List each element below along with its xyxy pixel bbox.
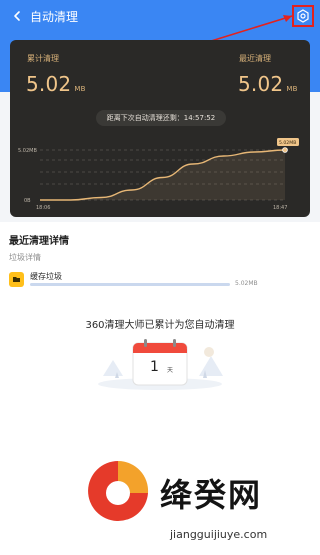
sub-title: 垃圾详情 xyxy=(9,253,41,262)
folder-glyph xyxy=(13,277,20,282)
y-tick-label-top: 5.02MB xyxy=(18,148,37,154)
watermark-url: jiangguijiuye.com xyxy=(170,528,268,541)
watermark-text: 绛癸网 xyxy=(160,476,263,514)
total-cleaned-number: 5.02 xyxy=(26,72,72,96)
cleanup-days-value: 1 xyxy=(150,359,159,375)
series-area xyxy=(40,150,285,200)
watermark-logo-icon xyxy=(88,460,149,521)
back-button[interactable] xyxy=(6,5,28,27)
cleanup-stats-card: 累计清理 5.02 MB 最近清理 5.02 MB 距离下次自动清理还剩：14:57… xyxy=(10,40,310,217)
page-title: 自动清理 xyxy=(30,9,79,24)
data-point xyxy=(282,147,288,153)
next-cleanup-countdown: 距离下次自动清理还剩：14:57:52 xyxy=(96,110,226,126)
section-title: 最近清理详情 xyxy=(9,236,69,247)
cleanup-chart: 5.02MB 0B 5.02MB 18:06 18:47 xyxy=(18,138,299,211)
folder-icon xyxy=(9,272,24,287)
y-tick-label-bottom: 0B xyxy=(24,198,31,204)
summary-text: 360清理大师已累计为您自动清理 xyxy=(85,320,235,331)
data-label: 5.02MB xyxy=(279,140,296,146)
item-size: 5.02MB xyxy=(235,280,258,287)
recent-cleaned-unit: MB xyxy=(286,85,298,93)
recent-cleaned-number: 5.02 xyxy=(238,72,284,96)
list-item[interactable]: 缓存垃圾 5.02MB xyxy=(9,270,311,290)
recent-cleaned-value: 5.02 MB xyxy=(238,72,298,96)
gear-icon xyxy=(297,9,309,23)
total-cleaned-value: 5.02 MB xyxy=(26,72,86,96)
settings-button[interactable] xyxy=(292,5,314,27)
x-tick-label-start: 18:06 xyxy=(36,205,50,211)
cleanup-days-unit: 天 xyxy=(167,367,174,374)
x-tick-label-end: 18:47 xyxy=(273,205,287,211)
recent-cleaned-label: 最近清理 xyxy=(239,54,271,63)
chevron-left-icon xyxy=(14,11,20,21)
total-cleaned-label: 累计清理 xyxy=(27,54,59,63)
item-progress-bar xyxy=(30,283,230,286)
calendar-icon xyxy=(132,339,188,386)
item-name: 缓存垃圾 xyxy=(30,272,62,281)
total-cleaned-unit: MB xyxy=(74,85,86,93)
